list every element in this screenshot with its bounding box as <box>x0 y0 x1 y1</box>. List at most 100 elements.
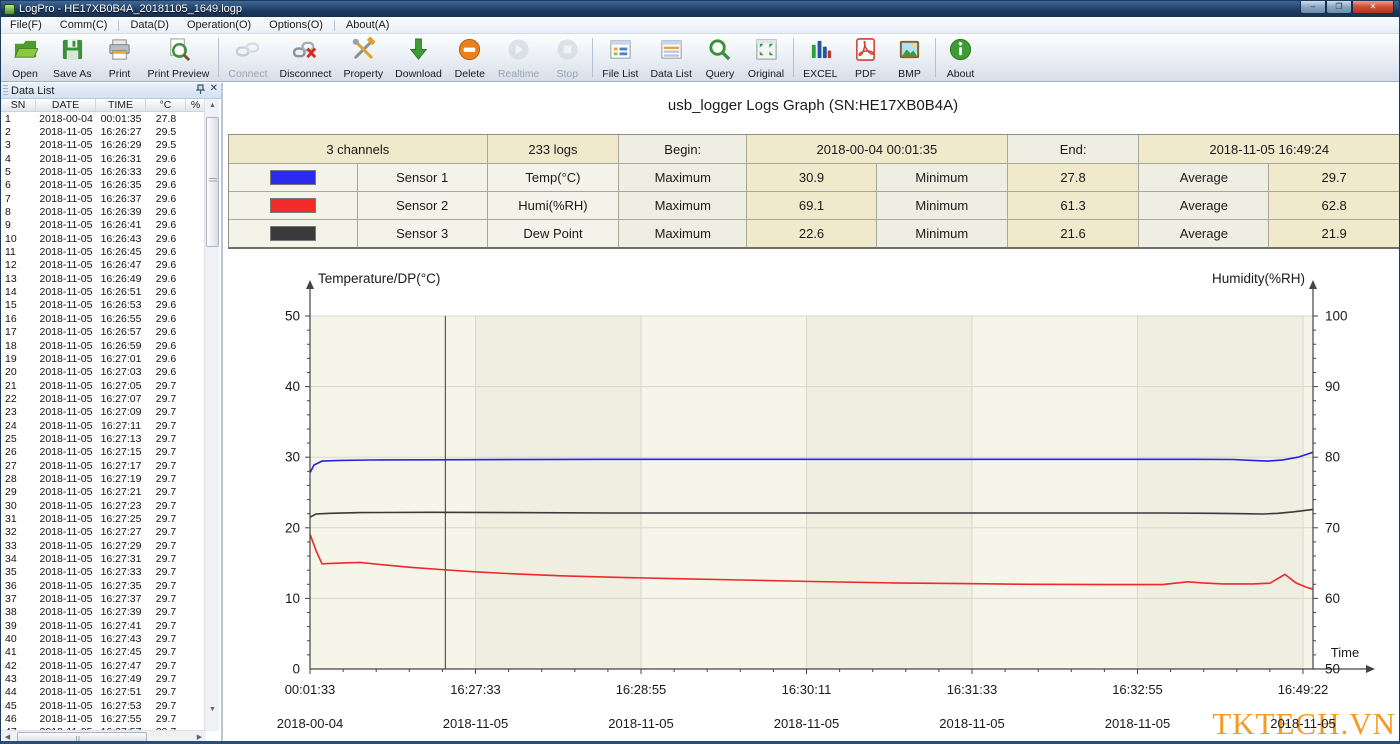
table-row[interactable]: 112018-11-0516:26:4529.6 <box>1 245 206 258</box>
table-row[interactable]: 302018-11-0516:27:2329.7 <box>1 499 206 512</box>
table-row[interactable]: 342018-11-0516:27:3129.7 <box>1 552 206 565</box>
table-row[interactable]: 72018-11-0516:26:3729.6 <box>1 192 206 205</box>
table-row[interactable]: 322018-11-0516:27:2729.7 <box>1 526 206 539</box>
open-button[interactable]: Open <box>3 34 47 81</box>
horizontal-scrollbar[interactable]: ◀ ▶ <box>1 730 206 744</box>
table-row[interactable]: 252018-11-0516:27:1329.7 <box>1 432 206 445</box>
menu-item-about[interactable]: About(A) <box>337 17 398 33</box>
print-icon <box>107 37 132 67</box>
query-button[interactable]: Query <box>698 34 742 81</box>
time-cell: 16:27:23 <box>96 500 146 512</box>
table-row[interactable]: 52018-11-0516:26:3329.6 <box>1 165 206 178</box>
table-row[interactable]: 412018-11-0516:27:4529.7 <box>1 646 206 659</box>
maximize-button[interactable]: ❐ <box>1326 1 1352 14</box>
column-header-rh[interactable]: % <box>186 99 206 111</box>
excel-button[interactable]: EXCEL <box>797 34 843 81</box>
table-row[interactable]: 22018-11-0516:26:2729.5 <box>1 125 206 138</box>
table-row[interactable]: 162018-11-0516:26:5529.6 <box>1 312 206 325</box>
scroll-right-icon[interactable]: ▶ <box>193 731 206 744</box>
column-header-c[interactable]: °C <box>146 99 186 111</box>
date-cell: 2018-11-05 <box>36 660 96 672</box>
table-row[interactable]: 432018-11-0516:27:4929.7 <box>1 672 206 685</box>
table-row[interactable]: 272018-11-0516:27:1729.7 <box>1 459 206 472</box>
x-tick-time-label: 16:31:33 <box>947 682 998 697</box>
table-row[interactable]: 372018-11-0516:27:3729.7 <box>1 592 206 605</box>
table-row[interactable]: 392018-11-0516:27:4129.7 <box>1 619 206 632</box>
pin-icon[interactable] <box>196 84 205 97</box>
table-row[interactable]: 192018-11-0516:27:0129.6 <box>1 352 206 365</box>
download-button[interactable]: Download <box>389 34 448 81</box>
print-button[interactable]: Print <box>98 34 142 81</box>
menu-item-comm[interactable]: Comm(C) <box>51 17 117 33</box>
column-header-date[interactable]: DATE <box>36 99 96 111</box>
column-header-sn[interactable]: SN <box>1 99 36 111</box>
sn-cell: 41 <box>1 646 36 658</box>
minimize-button[interactable]: ‒ <box>1300 1 1326 14</box>
scroll-up-icon[interactable]: ▲ <box>206 99 219 112</box>
vertical-scrollbar[interactable]: ▲ ▼ <box>204 99 219 731</box>
panel-grip[interactable] <box>3 85 8 97</box>
table-row[interactable]: 362018-11-0516:27:3529.7 <box>1 579 206 592</box>
table-row[interactable]: 102018-11-0516:26:4329.6 <box>1 232 206 245</box>
bmp-button[interactable]: BMP <box>888 34 932 81</box>
table-row[interactable]: 352018-11-0516:27:3329.7 <box>1 566 206 579</box>
menu-item-file[interactable]: File(F) <box>1 17 51 33</box>
date-cell: 2018-11-05 <box>36 420 96 432</box>
table-row[interactable]: 312018-11-0516:27:2529.7 <box>1 512 206 525</box>
horizontal-scrollbar-thumb[interactable] <box>17 732 147 743</box>
table-row[interactable]: 32018-11-0516:26:2929.5 <box>1 139 206 152</box>
menu-item-options[interactable]: Options(O) <box>260 17 332 33</box>
title-bar[interactable]: LogPro - HE17XB0B4A_20181105_1649.logp ‒… <box>1 1 1399 17</box>
table-row[interactable]: 442018-11-0516:27:5129.7 <box>1 686 206 699</box>
table-row[interactable]: 172018-11-0516:26:5729.6 <box>1 326 206 339</box>
table-row[interactable]: 12018-00-0400:01:3527.8 <box>1 112 206 125</box>
table-row[interactable]: 132018-11-0516:26:4929.6 <box>1 272 206 285</box>
time-cell: 16:27:01 <box>96 353 146 365</box>
table-row[interactable]: 462018-11-0516:27:5529.7 <box>1 712 206 725</box>
table-row[interactable]: 452018-11-0516:27:5329.7 <box>1 699 206 712</box>
chart-canvas[interactable]: 01020304050506070809010000:01:332018-00-… <box>225 246 1400 744</box>
table-row[interactable]: 142018-11-0516:26:5129.6 <box>1 285 206 298</box>
pdf-button[interactable]: PDF <box>844 34 888 81</box>
time-cell: 16:26:49 <box>96 273 146 285</box>
table-row[interactable]: 222018-11-0516:27:0729.7 <box>1 392 206 405</box>
data-list-button[interactable]: Data List <box>644 34 697 81</box>
table-row[interactable]: 422018-11-0516:27:4729.7 <box>1 659 206 672</box>
disconnect-button[interactable]: Disconnect <box>274 34 338 81</box>
table-row[interactable]: 152018-11-0516:26:5329.6 <box>1 299 206 312</box>
menu-item-data[interactable]: Data(D) <box>121 17 178 33</box>
scroll-left-icon[interactable]: ◀ <box>1 731 14 744</box>
property-button[interactable]: Property <box>337 34 389 81</box>
table-row[interactable]: 182018-11-0516:26:5929.6 <box>1 339 206 352</box>
column-header-time[interactable]: TIME <box>96 99 146 111</box>
close-button[interactable]: ✕ <box>1352 1 1394 14</box>
table-row[interactable]: 282018-11-0516:27:1929.7 <box>1 472 206 485</box>
table-row[interactable]: 402018-11-0516:27:4329.7 <box>1 632 206 645</box>
save-as-button[interactable]: Save As <box>47 34 98 81</box>
table-row[interactable]: 82018-11-0516:26:3929.6 <box>1 205 206 218</box>
about-button[interactable]: About <box>939 34 983 81</box>
file-list-button[interactable]: File List <box>596 34 644 81</box>
table-row[interactable]: 292018-11-0516:27:2129.7 <box>1 486 206 499</box>
table-row[interactable]: 232018-11-0516:27:0929.7 <box>1 406 206 419</box>
data-list-column-header[interactable]: SNDATETIME°C% <box>1 99 206 112</box>
table-row[interactable]: 122018-11-0516:26:4729.6 <box>1 259 206 272</box>
print-preview-button[interactable]: Print Preview <box>142 34 216 81</box>
vertical-scrollbar-thumb[interactable] <box>206 117 219 247</box>
scroll-down-icon[interactable]: ▼ <box>206 703 219 716</box>
table-row[interactable]: 92018-11-0516:26:4129.6 <box>1 219 206 232</box>
original-button[interactable]: Original <box>742 34 790 81</box>
table-row[interactable]: 62018-11-0516:26:3529.6 <box>1 179 206 192</box>
table-row[interactable]: 332018-11-0516:27:2929.7 <box>1 539 206 552</box>
table-row[interactable]: 42018-11-0516:26:3129.6 <box>1 152 206 165</box>
chart[interactable]: TKTECH.VN 01020304050506070809010000:01:… <box>225 246 1400 744</box>
delete-button[interactable]: Delete <box>448 34 492 81</box>
date-cell: 2018-11-05 <box>36 686 96 698</box>
table-row[interactable]: 242018-11-0516:27:1129.7 <box>1 419 206 432</box>
table-row[interactable]: 262018-11-0516:27:1529.7 <box>1 446 206 459</box>
table-row[interactable]: 202018-11-0516:27:0329.6 <box>1 366 206 379</box>
close-panel-icon[interactable]: ✕ <box>210 84 218 97</box>
table-row[interactable]: 212018-11-0516:27:0529.7 <box>1 379 206 392</box>
menu-item-operation[interactable]: Operation(O) <box>178 17 260 33</box>
table-row[interactable]: 382018-11-0516:27:3929.7 <box>1 606 206 619</box>
